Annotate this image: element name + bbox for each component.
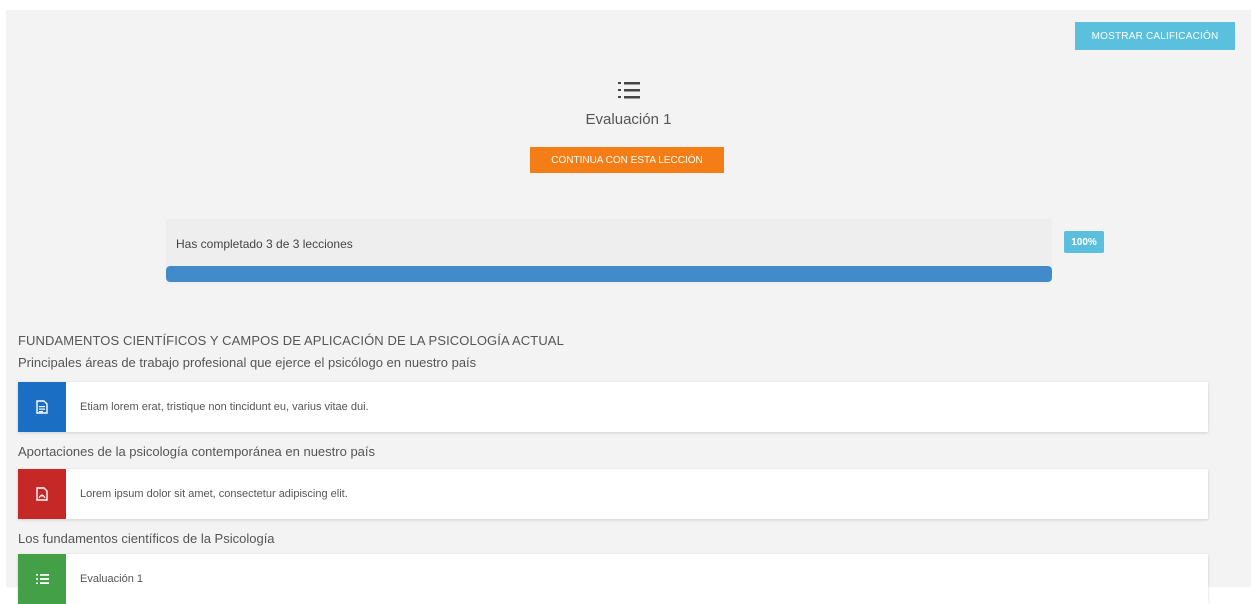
- list-icon: [617, 82, 640, 99]
- lesson-link[interactable]: Lorem ipsum dolor sit amet, consectetur …: [80, 469, 348, 519]
- continue-lesson-button[interactable]: CONTINUA CON ESTA LECCIÓN: [530, 147, 724, 173]
- lesson-card[interactable]: Etiam lorem erat, tristique non tincidun…: [18, 382, 1208, 432]
- lesson-card[interactable]: Lorem ipsum dolor sit amet, consectetur …: [18, 469, 1208, 519]
- section-title: Los fundamentos científicos de la Psicol…: [18, 531, 275, 546]
- course-title: FUNDAMENTOS CIENTÍFICOS Y CAMPOS DE APLI…: [18, 333, 564, 348]
- progress-bar: [166, 266, 1052, 282]
- progress-text: Has completado 3 de 3 lecciones: [176, 237, 353, 251]
- lesson-link[interactable]: Etiam lorem erat, tristique non tincidun…: [80, 382, 369, 432]
- document-icon: [18, 382, 66, 432]
- progress-percent-badge: 100%: [1064, 231, 1104, 253]
- progress-panel: Has completado 3 de 3 lecciones: [166, 219, 1052, 284]
- section-title: Principales áreas de trabajo profesional…: [18, 355, 477, 370]
- section-title: Aportaciones de la psicología contemporá…: [18, 444, 376, 459]
- lesson-frame: MOSTRAR CALIFICACIÓN Evaluación 1 CONTIN…: [6, 10, 1251, 604]
- pdf-icon: [18, 469, 66, 519]
- progress-bar-fill: [166, 266, 1052, 282]
- show-grade-button[interactable]: MOSTRAR CALIFICACIÓN: [1075, 22, 1235, 50]
- list-icon: [18, 554, 66, 604]
- evaluation-title: Evaluación 1: [585, 111, 672, 128]
- lesson-card[interactable]: Evaluación 1: [18, 554, 1208, 604]
- lesson-link[interactable]: Evaluación 1: [80, 554, 143, 604]
- evaluation-header: Evaluación 1: [6, 80, 1251, 128]
